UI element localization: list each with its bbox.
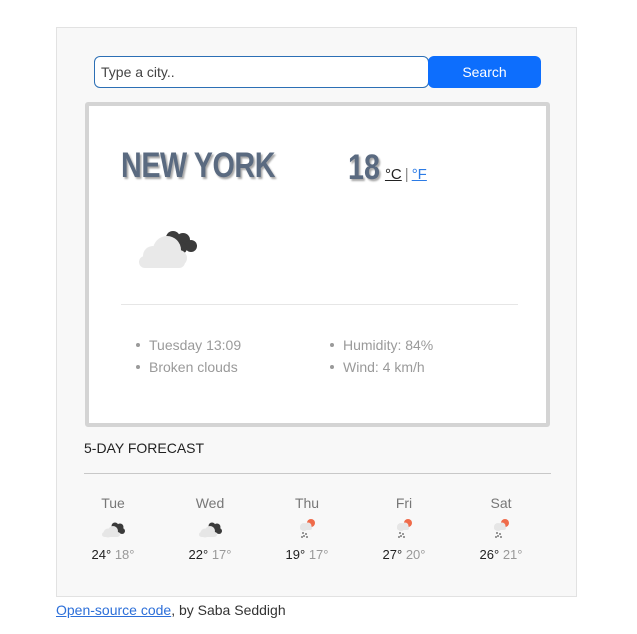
forecast-max-temp: 24° <box>91 547 112 562</box>
forecast-max-temp: 19° <box>285 547 306 562</box>
forecast-title: 5-DAY FORECAST <box>84 440 205 456</box>
forecast-day-name: Tue <box>101 495 125 511</box>
unit-toggle: °C | °F <box>385 166 427 183</box>
forecast-row: Tue 24° 18° Wed 22° 17° Thu 19° 17° Fri … <box>84 495 551 575</box>
date-time: Tuesday 13:09 <box>135 334 241 356</box>
rain-icon <box>494 519 509 538</box>
card-divider <box>121 304 518 305</box>
broken-clouds-icon <box>133 222 203 272</box>
weather-app: Search New York 18 °C|°F <box>56 27 577 597</box>
broken-clouds-icon <box>102 522 125 538</box>
forecast-max-temp: 27° <box>382 547 403 562</box>
forecast-temps: 19° 17° <box>272 547 342 562</box>
humidity: Humidity: 84% <box>329 334 433 356</box>
search-form: Search <box>94 56 541 88</box>
wind-speed: Wind: 4 km/h <box>329 356 433 378</box>
forecast-day: Fri 27° 20° <box>369 495 439 562</box>
forecast-min-temp: 20° <box>405 547 426 562</box>
forecast-day: Thu 19° 17° <box>272 495 342 562</box>
unit-separator: | <box>404 166 409 183</box>
forecast-day-name: Thu <box>294 495 320 511</box>
city-search-input[interactable] <box>94 56 429 88</box>
broken-clouds-icon <box>199 522 222 538</box>
forecast-day-name: Fri <box>395 495 413 511</box>
forecast-min-temp: 17° <box>211 547 232 562</box>
footer-credit: , by Saba Seddigh <box>171 602 286 618</box>
forecast-min-temp: 21° <box>502 547 523 562</box>
forecast-divider <box>84 473 551 474</box>
forecast-temps: 26° 21° <box>466 547 536 562</box>
source-code-link[interactable]: Open-source code <box>56 602 171 618</box>
forecast-day: Tue 24° 18° <box>78 495 148 562</box>
fahrenheit-link[interactable]: °F <box>412 166 427 183</box>
forecast-day: Sat 26° 21° <box>466 495 536 562</box>
details-list-left: Tuesday 13:09 Broken clouds <box>135 334 241 378</box>
footer: Open-source code, by Saba Seddigh <box>56 602 286 618</box>
forecast-day-name: Sat <box>490 495 512 511</box>
forecast-temps: 24° 18° <box>78 547 148 562</box>
city-name: New York <box>121 146 276 185</box>
forecast-min-temp: 17° <box>308 547 329 562</box>
forecast-min-temp: 18° <box>114 547 135 562</box>
forecast-temps: 22° 17° <box>175 547 245 562</box>
current-weather-card: New York 18 °C | °F <box>85 102 550 427</box>
rain-icon <box>300 519 315 538</box>
forecast-max-temp: 26° <box>479 547 500 562</box>
details-list-right: Humidity: 84% Wind: 4 km/h <box>329 334 433 378</box>
rain-icon <box>397 519 412 538</box>
temperature-value: 18 <box>348 148 380 187</box>
weather-description: Broken clouds <box>135 356 241 378</box>
temperature-display: 18 °C | °F <box>348 148 427 188</box>
forecast-temps: 27° 20° <box>369 547 439 562</box>
forecast-day: Wed 22° 17° <box>175 495 245 562</box>
forecast-day-name: Wed <box>195 495 225 511</box>
celsius-link[interactable]: °C <box>385 166 402 183</box>
search-button[interactable]: Search <box>428 56 541 88</box>
forecast-max-temp: 22° <box>188 547 209 562</box>
